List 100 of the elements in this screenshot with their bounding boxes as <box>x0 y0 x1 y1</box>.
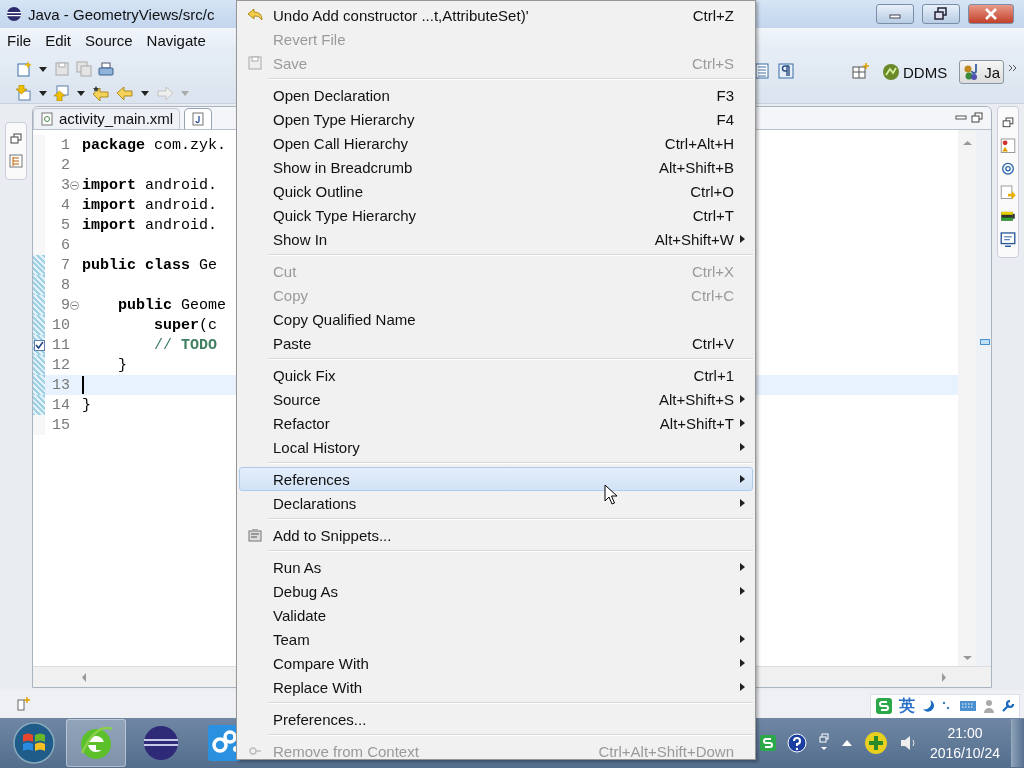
menu-item[interactable]: References <box>239 467 753 491</box>
code-line: package com.zyk. <box>82 136 227 154</box>
hierarchy-icon[interactable] <box>9 154 23 168</box>
menu-item[interactable]: Edit <box>45 31 72 49</box>
caret-icon <box>180 89 190 97</box>
xml-file-icon <box>40 111 54 126</box>
minimize-button[interactable] <box>876 4 914 24</box>
open-perspective-icon[interactable] <box>852 63 870 79</box>
user-icon[interactable] <box>983 699 995 713</box>
restore-button[interactable] <box>922 4 960 24</box>
menu-item[interactable]: Paste Ctrl+V <box>239 331 753 355</box>
menu-item[interactable]: Replace With <box>239 675 753 699</box>
code-line: public class Ge <box>82 256 218 274</box>
task-checkbox-icon[interactable] <box>33 339 45 351</box>
editor-tab[interactable] <box>184 107 213 129</box>
moon-icon[interactable] <box>921 699 935 713</box>
line-number: 10 <box>51 316 70 334</box>
menu-item[interactable]: Show In Alt+Shift+W <box>239 227 753 251</box>
menu-item[interactable]: Open Type Hierarchy F4 <box>239 107 753 131</box>
language-indicator[interactable]: 英 <box>899 695 915 717</box>
monitor-icon[interactable] <box>1000 231 1016 247</box>
line-number: 3 <box>60 176 70 194</box>
whitespace-icon[interactable] <box>778 63 794 79</box>
perspective-button[interactable]: DDMS <box>878 60 952 84</box>
previous-annotation-icon[interactable] <box>54 85 70 101</box>
menu-item[interactable]: Copy Qualified Name <box>239 307 753 331</box>
next-annotation-icon[interactable] <box>16 85 32 101</box>
chevron-icon[interactable] <box>1008 63 1018 73</box>
at-sign-icon[interactable] <box>1001 162 1015 176</box>
menu-item[interactable]: Declarations <box>239 491 753 515</box>
menu-item[interactable]: Refactor Alt+Shift+T <box>239 411 753 435</box>
menu-item[interactable]: Source <box>85 31 133 49</box>
fast-view-icon[interactable] <box>16 696 32 712</box>
caret-icon[interactable] <box>38 89 48 97</box>
console-icon[interactable] <box>1000 209 1016 223</box>
menu-item[interactable]: Compare With <box>239 651 753 675</box>
scroll-down-icon[interactable] <box>962 655 972 661</box>
line-number: 7 <box>60 256 70 274</box>
java-file-icon <box>191 111 206 126</box>
maximize-icon[interactable] <box>971 112 983 124</box>
help-icon[interactable] <box>786 733 807 753</box>
wrench-icon[interactable] <box>1001 699 1015 713</box>
caret-icon[interactable] <box>38 65 48 73</box>
menu-item[interactable]: Quick Fix Ctrl+1 <box>239 363 753 387</box>
line-number: 1 <box>60 136 70 154</box>
code-line: import android. <box>82 176 218 194</box>
perspective-button[interactable]: Ja <box>959 60 1004 84</box>
last-edit-icon[interactable] <box>92 85 110 101</box>
new-file-icon[interactable] <box>16 61 32 77</box>
menu-item[interactable]: Show in Breadcrumb Alt+Shift+B <box>239 155 753 179</box>
menu-item[interactable]: File <box>7 31 32 49</box>
clock-date[interactable]: 2016/10/24 <box>929 743 1000 763</box>
menu-item[interactable]: Quick Type Hierarchy Ctrl+T <box>239 203 753 227</box>
ruler-marker[interactable] <box>980 339 990 345</box>
caret-icon[interactable] <box>140 89 150 97</box>
editor-tab[interactable]: activity_main.xml <box>33 107 181 129</box>
show-hidden-icons[interactable] <box>840 739 853 747</box>
print-icon[interactable] <box>98 61 114 77</box>
close-icon <box>984 8 998 20</box>
restore-icon[interactable] <box>1002 117 1014 129</box>
declaration-icon[interactable] <box>1000 184 1016 200</box>
back-icon[interactable] <box>116 85 134 101</box>
minimize-icon[interactable] <box>955 113 967 123</box>
menu-item[interactable]: Validate <box>239 603 753 627</box>
scroll-left-icon[interactable] <box>81 672 87 682</box>
scroll-right-icon[interactable] <box>941 672 947 682</box>
menu-item[interactable]: Run As <box>239 555 753 579</box>
menu-item[interactable]: Open Call Hierarchy Ctrl+Alt+H <box>239 131 753 155</box>
fold-icon[interactable] <box>70 180 79 190</box>
code-comment: // TODO <box>153 336 218 354</box>
scroll-up-icon[interactable] <box>962 140 972 146</box>
menu-item[interactable]: Local History <box>239 435 753 459</box>
input-method-icon[interactable] <box>875 697 893 715</box>
fold-icon[interactable] <box>70 300 79 310</box>
plus-shield-icon[interactable] <box>863 731 888 755</box>
input-method-icon[interactable] <box>759 734 776 752</box>
line-number: 11 <box>51 336 70 354</box>
menu-item[interactable]: Preferences... <box>239 707 753 731</box>
eclipse-icon <box>6 6 22 22</box>
menu-item[interactable]: Team <box>239 627 753 651</box>
menu-item[interactable]: Navigate <box>146 31 206 49</box>
menu-item[interactable]: Debug As <box>239 579 753 603</box>
vertical-scrollbar[interactable] <box>958 130 976 666</box>
code-line: public Geome <box>117 296 227 314</box>
menu-item[interactable]: Undo Add constructor ...t,AttributeSet)' Ctrl+Z <box>239 3 753 27</box>
menu-item[interactable]: Open Declaration F3 <box>239 83 753 107</box>
window-title: Java - GeometryViews/src/c <box>28 5 215 23</box>
clock-time[interactable]: 21:00 <box>947 723 983 743</box>
menu-item[interactable]: Source Alt+Shift+S <box>239 387 753 411</box>
keyboard-icon[interactable] <box>959 700 977 712</box>
menu-item[interactable]: Quick Outline Ctrl+O <box>239 179 753 203</box>
line-number: 14 <box>51 396 70 414</box>
undo-icon <box>247 8 263 22</box>
window-switch-icon[interactable] <box>817 733 830 753</box>
close-button[interactable] <box>968 4 1014 24</box>
outline-icon[interactable] <box>1000 137 1016 154</box>
menu-item[interactable]: Add to Snippets... <box>239 523 753 547</box>
caret-icon[interactable] <box>76 89 86 97</box>
context-icon <box>248 744 262 758</box>
restore-icon[interactable] <box>10 133 22 145</box>
